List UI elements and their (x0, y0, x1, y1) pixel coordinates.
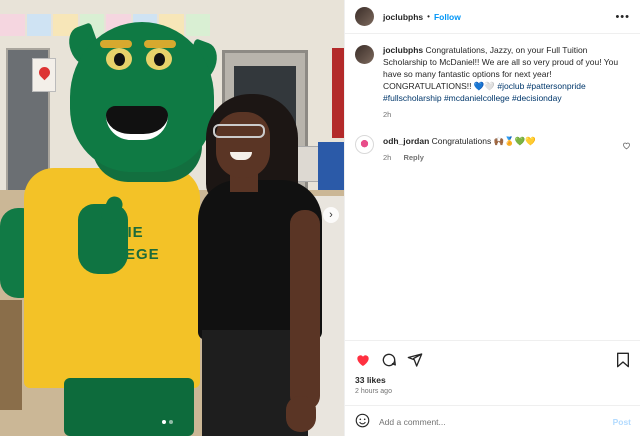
caption-body: joclubphs Congratulations, Jazzy, on you… (383, 44, 631, 121)
person-glasses (213, 124, 265, 138)
reply-button[interactable]: Reply (403, 153, 423, 162)
carousel-dot-1 (162, 420, 166, 424)
action-icons (345, 341, 640, 371)
caption-meta: 2h (383, 109, 631, 121)
mascot-left-eye (106, 48, 132, 70)
carousel-dots (162, 420, 173, 424)
post-comment-button[interactable]: Post (613, 417, 631, 427)
chevron-right-icon: › (329, 209, 333, 221)
likes-count[interactable]: 33 likes (345, 371, 640, 385)
mascot-left-brow (100, 40, 132, 48)
post-photo[interactable]: DANIE OLLEGE › (0, 0, 344, 436)
comment-input[interactable] (379, 416, 613, 427)
post-actions: 33 likes 2 hours ago Post (345, 340, 640, 436)
mascot-legs (64, 378, 194, 436)
red-wall-strip (332, 48, 344, 138)
separator-dot: • (427, 12, 430, 21)
caption-author[interactable]: joclubphs (383, 45, 423, 55)
avatar[interactable] (355, 135, 374, 154)
comment-time: 2h (383, 153, 392, 162)
emoji-icon[interactable] (355, 413, 370, 430)
comment-meta: 2h Reply (383, 152, 536, 164)
mascot-right-brow (144, 40, 176, 48)
avatar[interactable] (355, 7, 374, 26)
post-side-panel: joclubphs • Follow ••• joclubphs Congrat… (344, 0, 640, 436)
comment-item: odh_jordan Congratulations 🙌🏾🏅💚💛 2h Repl… (355, 135, 631, 164)
more-options-icon[interactable]: ••• (615, 11, 630, 23)
share-icon[interactable] (407, 352, 423, 368)
post-header: joclubphs • Follow ••• (345, 0, 640, 34)
author-username[interactable]: joclubphs (383, 12, 423, 22)
carousel-dot-2 (169, 420, 173, 424)
comment-author[interactable]: odh_jordan (383, 136, 429, 146)
mascot-head (70, 22, 214, 172)
caption: joclubphs Congratulations, Jazzy, on you… (355, 44, 631, 121)
blue-box (318, 142, 344, 190)
follow-button[interactable]: Follow (434, 12, 461, 22)
post-timestamp[interactable]: 2 hours ago (345, 385, 640, 395)
shelf (0, 300, 22, 410)
wall-poster (32, 58, 56, 92)
mascot-right-eye (146, 48, 172, 70)
comment-body: odh_jordan Congratulations 🙌🏾🏅💚💛 2h Repl… (383, 135, 536, 164)
like-comment-heart-icon[interactable] (622, 141, 631, 152)
comments-section[interactable]: joclubphs Congratulations, Jazzy, on you… (345, 34, 640, 340)
person-hand (286, 396, 316, 432)
add-comment-bar: Post (345, 405, 640, 436)
avatar[interactable] (355, 45, 374, 64)
comment-icon[interactable] (381, 352, 397, 368)
person-arm (290, 210, 320, 410)
heart-icon[interactable] (355, 352, 371, 368)
caption-time: 2h (383, 110, 392, 119)
bookmark-icon[interactable] (615, 352, 631, 368)
comment-text: Congratulations 🙌🏾🏅💚💛 (431, 136, 536, 146)
person-face (216, 112, 270, 178)
next-photo-button[interactable]: › (323, 207, 339, 223)
